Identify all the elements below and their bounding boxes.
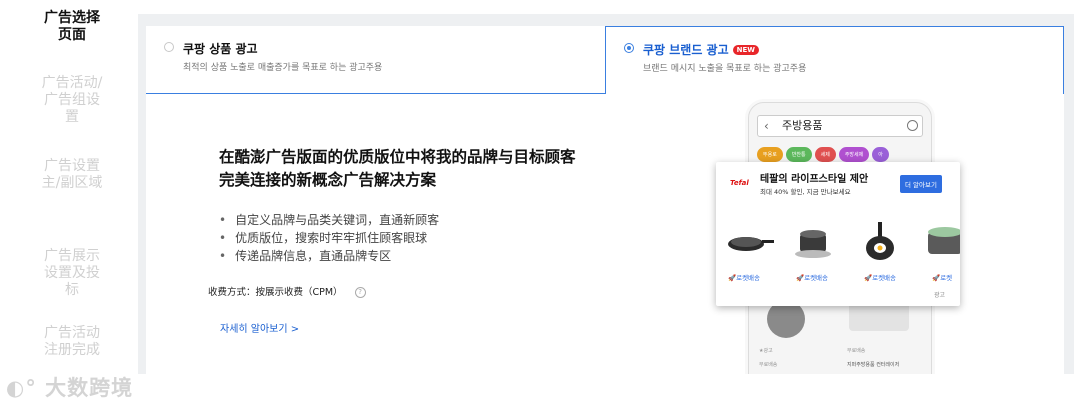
mock-search-query: 주방용품 (782, 119, 823, 132)
brand-ad-radio[interactable] (624, 43, 634, 53)
mock-chip: 반찬통 (785, 147, 812, 162)
watermark-logo: ◐° 大数跨境 (6, 372, 133, 402)
feature-item: 优质版位，搜索时牢牢抓住顾客眼球 (219, 229, 439, 247)
mock-category-chips: 뚜용로 반찬통 세제 주방세제 아 (757, 141, 927, 162)
rocket-icon: 🚀 (932, 274, 941, 282)
brand-ad-card[interactable]: 쿠팡 브랜드 광고 NEW 브랜드 메시지 노출을 목표로 하는 광고주용 (605, 26, 1064, 95)
mock-chip: 세제 (814, 147, 836, 162)
step-ad-selection[interactable]: 广告选择 页面 (22, 10, 122, 44)
rocket-icon: 🚀 (728, 274, 737, 282)
mock-tag: 무료배송 (759, 362, 778, 368)
rocket-icon: 🚀 (796, 274, 805, 282)
rocket-icon: 🚀 (864, 274, 873, 282)
rocket-delivery-label: 🚀로켓 (932, 274, 953, 282)
mock-chip: 아 (872, 147, 889, 162)
step-registration-complete[interactable]: 广告活动 注册完成 (22, 325, 122, 359)
brand-ad-subtitle: 브랜드 메시지 노출을 목표로 하는 광고주용 (643, 64, 807, 74)
billing-method: 收费方式：按展示收费（CPM）? (208, 284, 366, 298)
tefal-logo: Tefal (730, 179, 749, 187)
feature-list: 自定义品牌与品类关键词，直通新顾客 优质版位，搜索时牢牢抓住顾客眼球 传递品牌信… (219, 211, 439, 265)
ad-label: 광고 (934, 292, 946, 299)
preview-title: 테팔의 라이프스타일 제안 (760, 174, 869, 185)
brand-ad-title-text: 쿠팡 브랜드 광고 (643, 43, 729, 57)
step-display-bidding[interactable]: 广告展示 设置及投标 (22, 248, 122, 299)
search-icon (907, 120, 918, 131)
mock-chip: 뚜용로 (757, 147, 783, 162)
product-ad-card[interactable]: 쿠팡 상품 광고 최적의 상품 노출로 매출증가를 목표로 하는 광고주용 (146, 26, 605, 94)
mock-chip: 주방세제 (838, 147, 870, 162)
pan-with-egg-image (866, 222, 894, 260)
rocket-delivery-label: 🚀로켓배송 (728, 274, 761, 282)
billing-text: 收费方式：按展示收费（CPM） (208, 287, 343, 298)
back-chevron-icon: ‹ (764, 119, 769, 133)
step-campaign-settings[interactable]: 广告活动/广告组设置 (22, 75, 122, 126)
brand-ad-preview: Tefal 테팔의 라이프스타일 제안 최대 40% 할인, 지금 만나보세요 … (716, 162, 960, 306)
help-icon[interactable]: ? (354, 287, 366, 298)
product-ad-subtitle: 최적의 상품 노출로 매출증가를 목표로 하는 광고주용 (183, 63, 383, 73)
mock-tag: 무료배송 (847, 348, 866, 354)
rocket-delivery-label: 🚀로켓배송 (796, 274, 829, 282)
mock-search-bar: ‹ 주방용품 (757, 115, 923, 137)
headline: 在酷澎广告版面的优质版位中将我的品牌与目标顾客完美连接的新概念广告解决方案 (219, 148, 576, 189)
mock-tag: 지퍼주방용품 컨터레이저 (847, 362, 900, 368)
feature-item: 自定义品牌与品类关键词，直通新顾客 (219, 211, 439, 229)
learn-more-link[interactable]: 자세히 알아보기 > (220, 320, 299, 335)
brand-ad-title: 쿠팡 브랜드 광고 NEW (643, 41, 760, 58)
watermark-icon: ◐° (6, 376, 37, 400)
preview-subtitle: 최대 40% 할인, 지금 만나보세요 (760, 188, 851, 196)
new-badge: NEW (732, 45, 760, 55)
product-ad-radio[interactable] (164, 42, 174, 52)
cookware-image (928, 227, 960, 254)
brand-ad-description: 在酷澎广告版面的优质版位中将我的品牌与目标顾客完美连接的新概念广告解决方案 自定… (146, 94, 1064, 374)
learn-more-button: 더 알아보기 (900, 175, 942, 193)
mock-tag: ★광고 (759, 348, 773, 354)
pot-set-image (795, 230, 831, 258)
ad-type-panel: 쿠팡 상품 광고 최적의 상품 노출로 매출증가를 목표로 하는 광고주용 쿠팡… (138, 14, 1074, 374)
rocket-delivery-label: 🚀로켓배송 (864, 274, 897, 282)
product-ad-title: 쿠팡 상품 광고 (183, 42, 258, 56)
feature-item: 传递品牌信息，直通品牌专区 (219, 247, 439, 265)
step-area-settings[interactable]: 广告设置 主/副区域 (22, 158, 122, 192)
frying-pan-image (728, 237, 774, 251)
step-sidebar: 广告选择 页面 广告活动/广告组设置 广告设置 主/副区域 广告展示 设置及投标 广告… (0, 0, 138, 404)
watermark-text: 大数跨境 (45, 376, 134, 400)
